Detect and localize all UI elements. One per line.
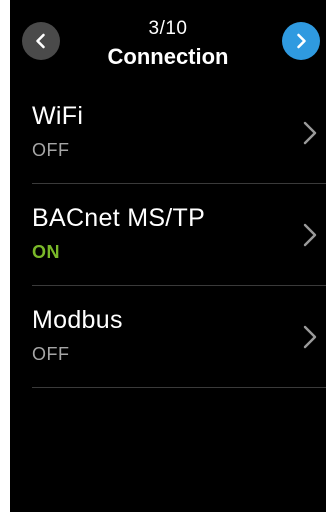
connection-list: WiFi OFF BACnet MS/TP ON Modbus OFF — [10, 82, 326, 388]
device-screen: 3/10 Connection WiFi OFF BACnet MS/TP ON — [10, 0, 326, 512]
step-indicator: 3/10 — [148, 18, 188, 39]
list-item-label: BACnet MS/TP — [32, 204, 206, 232]
chevron-right-icon — [297, 33, 306, 49]
list-item-modbus[interactable]: Modbus OFF — [10, 286, 326, 388]
list-item-label: WiFi — [32, 102, 84, 130]
list-item-status: OFF — [32, 344, 70, 364]
chevron-right-icon — [303, 121, 317, 145]
chevron-right-icon — [303, 325, 317, 349]
list-item-label: Modbus — [32, 306, 123, 334]
chevron-right-icon — [303, 223, 317, 247]
divider — [32, 387, 326, 388]
next-button[interactable] — [282, 22, 320, 60]
list-item-bacnet[interactable]: BACnet MS/TP ON — [10, 184, 326, 286]
header: 3/10 Connection — [10, 0, 326, 82]
list-item-wifi[interactable]: WiFi OFF — [10, 82, 326, 184]
list-item-status: OFF — [32, 140, 70, 160]
page-title: Connection — [107, 44, 229, 69]
list-item-status: ON — [32, 242, 60, 262]
